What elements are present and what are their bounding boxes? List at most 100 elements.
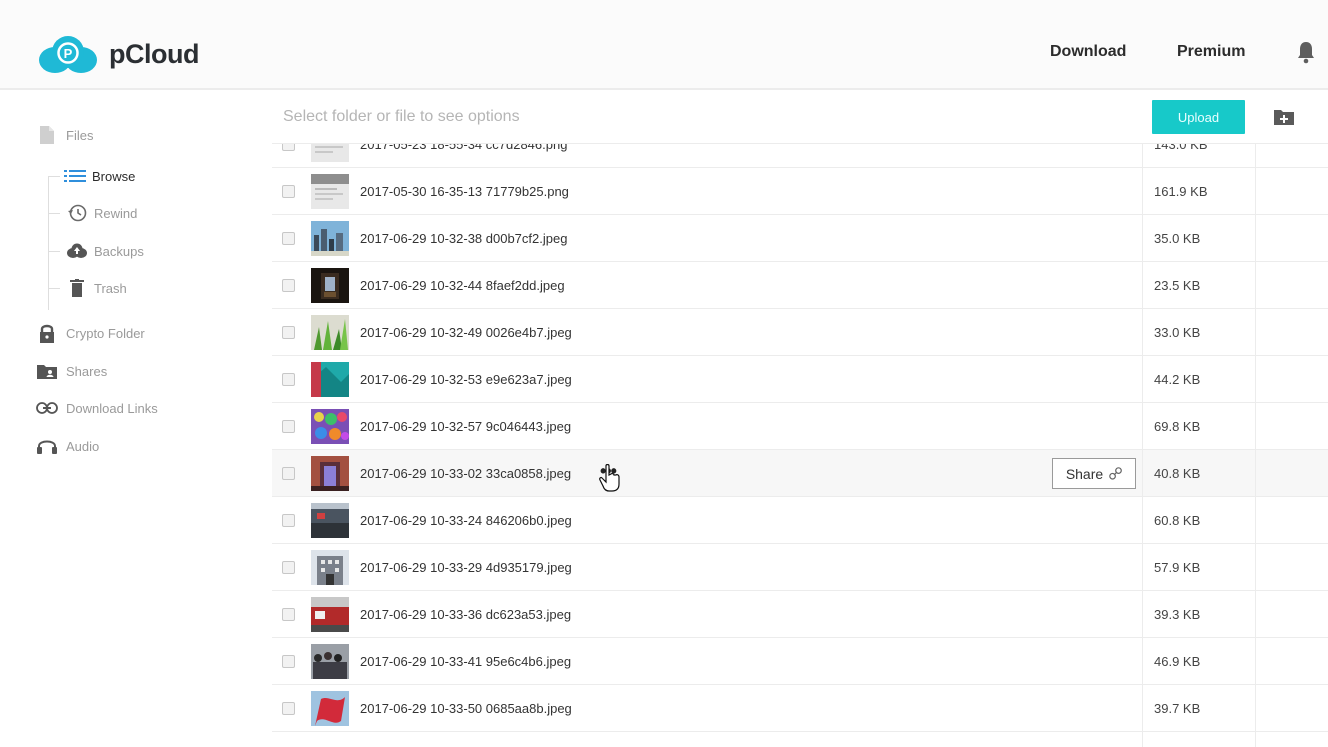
file-thumbnail <box>311 456 349 491</box>
sidebar-item-files[interactable]: Files <box>36 125 93 145</box>
file-size: 57.9 KB <box>1154 560 1201 575</box>
new-folder-icon[interactable] <box>1273 108 1295 126</box>
sidebar-item-download-links[interactable]: Download Links <box>36 398 158 418</box>
row-checkbox[interactable] <box>282 608 295 621</box>
file-size: 35.0 KB <box>1154 231 1201 246</box>
trash-icon <box>66 278 88 298</box>
sidebar: Files Browse Rewind Backups Trash Crypto… <box>0 92 272 747</box>
file-name[interactable]: 2017-06-29 10-33-24 846206b0.jpeg <box>360 513 572 528</box>
cloud-logo-icon: P <box>39 36 97 73</box>
file-thumbnail <box>311 221 349 256</box>
file-name[interactable]: 2017-06-29 10-32-49 0026e4b7.jpeg <box>360 325 572 340</box>
sidebar-item-label: Trash <box>94 280 127 296</box>
sidebar-item-label: Backups <box>94 243 144 259</box>
column-separator <box>1142 144 1143 747</box>
sidebar-item-browse[interactable]: Browse <box>64 166 135 186</box>
file-name[interactable]: 2017-06-29 10-32-38 d00b7cf2.jpeg <box>360 231 567 246</box>
file-row[interactable]: 2017-06-29 10-33-41 95e6c4b6.jpeg 46.9 KB <box>272 638 1328 685</box>
file-name[interactable]: 2017-06-29 10-32-53 e9e623a7.jpeg <box>360 372 572 387</box>
row-checkbox[interactable] <box>282 561 295 574</box>
file-row[interactable]: 2017-06-29 10-32-38 d00b7cf2.jpeg 35.0 KB <box>272 215 1328 262</box>
file-row[interactable]: 2017-06-29 10-33-02 33ca0858.jpeg 40.8 KB… <box>272 450 1328 497</box>
sidebar-item-shares[interactable]: Shares <box>36 361 107 381</box>
file-name[interactable]: 2017-06-29 10-33-36 dc623a53.jpeg <box>360 607 571 622</box>
row-checkbox[interactable] <box>282 420 295 433</box>
file-thumbnail <box>311 597 349 632</box>
file-size: 39.3 KB <box>1154 607 1201 622</box>
row-checkbox[interactable] <box>282 232 295 245</box>
file-size: 39.7 KB <box>1154 701 1201 716</box>
file-name[interactable]: 2017-06-29 10-33-02 33ca0858.jpeg <box>360 466 571 481</box>
row-checkbox[interactable] <box>282 185 295 198</box>
row-checkbox[interactable] <box>282 373 295 386</box>
file-size: 44.2 KB <box>1154 372 1201 387</box>
file-row[interactable]: 2017-06-29 10-32-53 e9e623a7.jpeg 44.2 KB <box>272 356 1328 403</box>
file-icon <box>36 125 58 145</box>
download-link[interactable]: Download <box>1050 43 1126 61</box>
sidebar-item-crypto[interactable]: Crypto Folder <box>36 323 145 343</box>
file-thumbnail <box>311 174 349 209</box>
brand-name: pCloud <box>109 38 199 69</box>
sidebar-item-label: Files <box>66 127 94 143</box>
headphones-icon <box>36 436 58 456</box>
file-row[interactable]: 2017-06-29 10-32-57 9c046443.jpeg 69.8 KB <box>272 403 1328 450</box>
shared-folder-icon <box>36 361 58 381</box>
bell-icon[interactable] <box>1296 40 1316 64</box>
sidebar-item-rewind[interactable]: Rewind <box>66 203 137 223</box>
selection-hint: Select folder or file to see options <box>283 108 520 125</box>
share-label: Share <box>1065 465 1104 482</box>
file-row[interactable]: 2017-06-29 10-32-44 8faef2dd.jpeg 23.5 KB <box>272 262 1328 309</box>
svg-text:P: P <box>64 46 73 61</box>
file-thumbnail <box>311 409 349 444</box>
file-row[interactable]: 2017-06-29 10-33-36 dc623a53.jpeg 39.3 KB <box>272 591 1328 638</box>
hand-cursor-icon <box>599 464 620 492</box>
file-size: 23.5 KB <box>1154 278 1201 293</box>
file-thumbnail <box>311 691 349 726</box>
file-name[interactable]: 2017-05-30 16-35-13 71779b25.png <box>360 184 569 199</box>
column-separator <box>1255 144 1256 747</box>
file-name[interactable]: 2017-06-29 10-32-44 8faef2dd.jpeg <box>360 278 565 293</box>
share-button[interactable]: Share <box>1052 458 1136 489</box>
tree-tick <box>48 213 60 214</box>
upload-button[interactable]: Upload <box>1152 100 1245 134</box>
file-row[interactable]: 2017-06-29 10-33-24 846206b0.jpeg 60.8 KB <box>272 497 1328 544</box>
rewind-icon <box>66 203 88 223</box>
file-name[interactable]: 2017-06-29 10-33-41 95e6c4b6.jpeg <box>360 654 571 669</box>
file-list-area: Select folder or file to see options Upl… <box>272 92 1328 747</box>
link-icon <box>36 398 58 418</box>
sidebar-item-audio[interactable]: Audio <box>36 436 99 456</box>
row-checkbox[interactable] <box>282 702 295 715</box>
pcloud-logo[interactable]: P pCloud <box>37 34 199 74</box>
tree-tick <box>48 176 60 177</box>
file-thumbnail <box>311 550 349 585</box>
file-name[interactable]: 2017-06-29 10-33-29 4d935179.jpeg <box>360 560 572 575</box>
file-row[interactable]: 2017-05-30 16-35-13 71779b25.png 161.9 KB <box>272 168 1328 215</box>
file-thumbnail <box>311 268 349 303</box>
row-checkbox[interactable] <box>282 655 295 668</box>
row-checkbox[interactable] <box>282 326 295 339</box>
sidebar-item-label: Audio <box>66 438 100 454</box>
file-size: 40.8 KB <box>1154 466 1201 481</box>
row-checkbox[interactable] <box>282 514 295 527</box>
file-size: 69.8 KB <box>1154 419 1201 434</box>
file-name[interactable]: 2017-06-29 10-32-57 9c046443.jpeg <box>360 419 571 434</box>
row-checkbox[interactable] <box>282 467 295 480</box>
sidebar-item-label: Shares <box>66 363 108 379</box>
file-thumbnail <box>311 644 349 679</box>
file-row[interactable]: 2017-06-29 10-33-29 4d935179.jpeg 57.9 KB <box>272 544 1328 591</box>
file-thumbnail <box>311 315 349 350</box>
file-row[interactable]: 2017-06-29 10-33-50 0685aa8b.jpeg 39.7 KB <box>272 685 1328 732</box>
file-thumbnail <box>311 503 349 538</box>
sidebar-item-label: Download Links <box>66 400 158 416</box>
premium-link[interactable]: Premium <box>1177 43 1245 61</box>
sidebar-item-label: Browse <box>92 168 136 184</box>
sidebar-item-trash[interactable]: Trash <box>66 278 127 298</box>
file-name[interactable]: 2017-06-29 10-33-50 0685aa8b.jpeg <box>360 701 572 716</box>
sidebar-item-backups[interactable]: Backups <box>66 241 144 261</box>
file-row[interactable]: 2017-06-29 10-32-49 0026e4b7.jpeg 33.0 KB <box>272 309 1328 356</box>
toolbar: Select folder or file to see options Upl… <box>272 92 1328 144</box>
row-checkbox[interactable] <box>282 279 295 292</box>
file-size: 60.8 KB <box>1154 513 1201 528</box>
tree-line <box>48 176 49 310</box>
file-size: 46.9 KB <box>1154 654 1201 669</box>
